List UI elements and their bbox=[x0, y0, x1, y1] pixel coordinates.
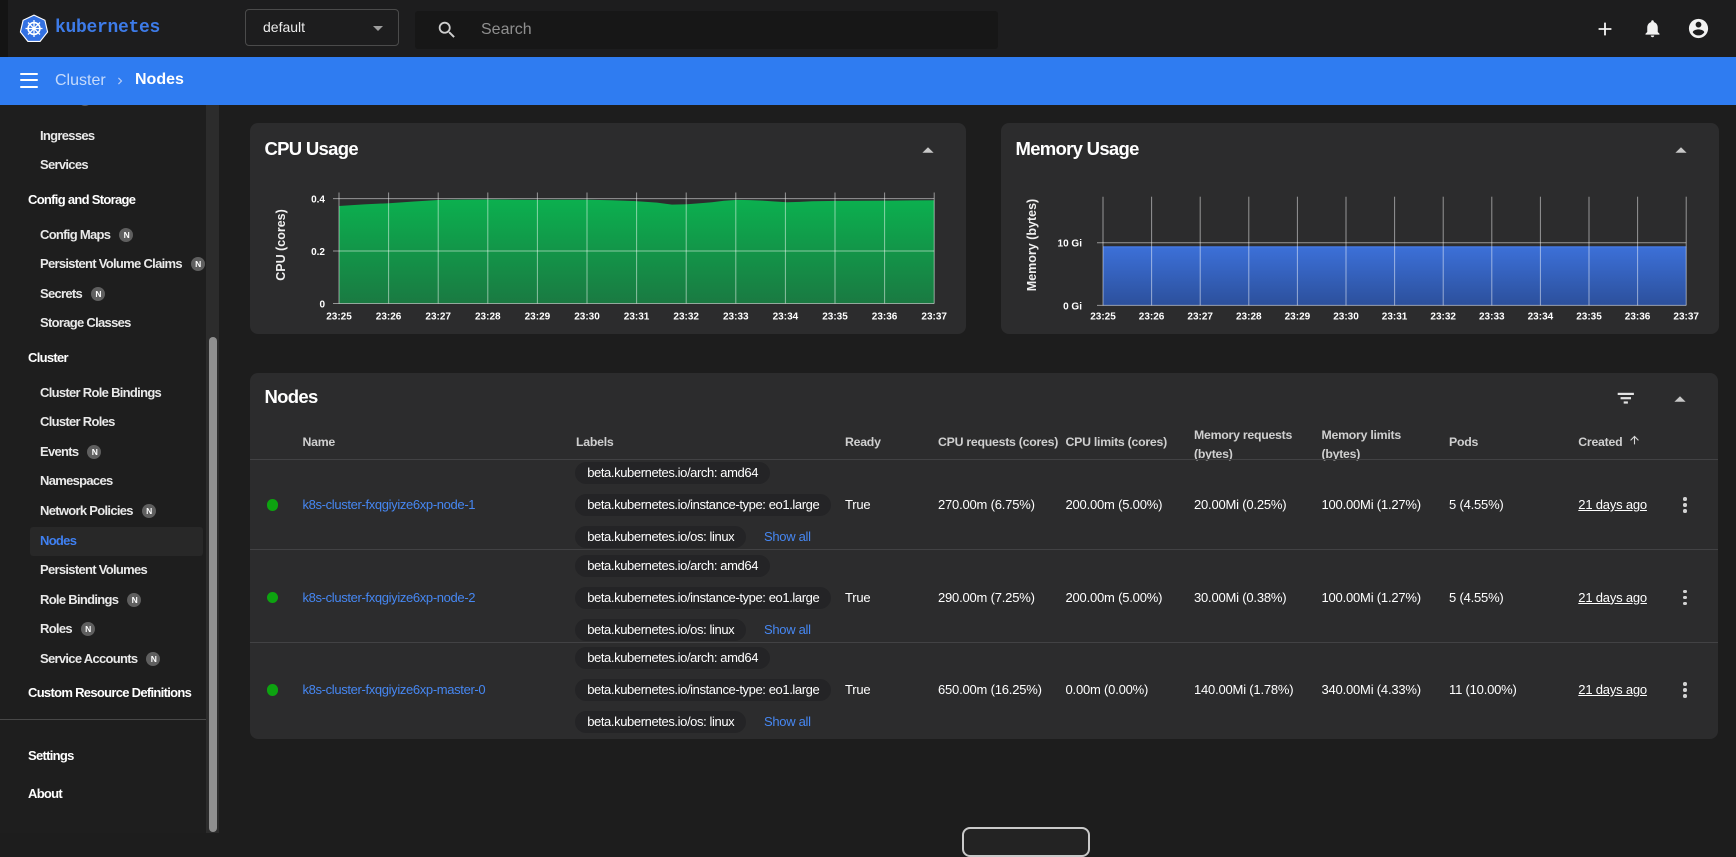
svg-text:23:31: 23:31 bbox=[624, 312, 650, 323]
svg-text:23:33: 23:33 bbox=[1479, 312, 1505, 323]
svg-text:23:25: 23:25 bbox=[326, 312, 352, 323]
svg-text:23:37: 23:37 bbox=[1673, 312, 1699, 323]
svg-text:23:32: 23:32 bbox=[1430, 312, 1456, 323]
svg-text:23:27: 23:27 bbox=[1187, 312, 1213, 323]
svg-text:23:33: 23:33 bbox=[723, 312, 749, 323]
svg-text:0.2: 0.2 bbox=[311, 247, 325, 258]
svg-text:23:25: 23:25 bbox=[1090, 312, 1116, 323]
svg-text:23:29: 23:29 bbox=[525, 312, 551, 323]
svg-text:0: 0 bbox=[319, 300, 325, 311]
svg-text:23:30: 23:30 bbox=[574, 312, 600, 323]
svg-text:23:26: 23:26 bbox=[1139, 312, 1165, 323]
svg-text:23:36: 23:36 bbox=[1625, 312, 1651, 323]
svg-text:23:32: 23:32 bbox=[673, 312, 699, 323]
svg-text:CPU (cores): CPU (cores) bbox=[274, 209, 288, 281]
svg-text:0 Gi: 0 Gi bbox=[1063, 301, 1082, 312]
svg-text:23:34: 23:34 bbox=[1528, 312, 1554, 323]
svg-text:23:35: 23:35 bbox=[822, 312, 848, 323]
svg-text:23:26: 23:26 bbox=[376, 312, 402, 323]
svg-text:23:31: 23:31 bbox=[1382, 312, 1408, 323]
svg-text:23:27: 23:27 bbox=[425, 312, 451, 323]
svg-text:23:28: 23:28 bbox=[475, 312, 501, 323]
svg-text:23:30: 23:30 bbox=[1333, 312, 1359, 323]
svg-text:23:37: 23:37 bbox=[921, 312, 947, 323]
svg-text:Memory (bytes): Memory (bytes) bbox=[1025, 199, 1039, 291]
svg-text:0.4: 0.4 bbox=[311, 195, 325, 206]
svg-text:23:34: 23:34 bbox=[773, 312, 799, 323]
svg-text:23:28: 23:28 bbox=[1236, 312, 1262, 323]
svg-text:23:36: 23:36 bbox=[872, 312, 898, 323]
svg-text:23:29: 23:29 bbox=[1285, 312, 1311, 323]
svg-text:23:35: 23:35 bbox=[1576, 312, 1602, 323]
svg-text:10 Gi: 10 Gi bbox=[1058, 239, 1083, 250]
